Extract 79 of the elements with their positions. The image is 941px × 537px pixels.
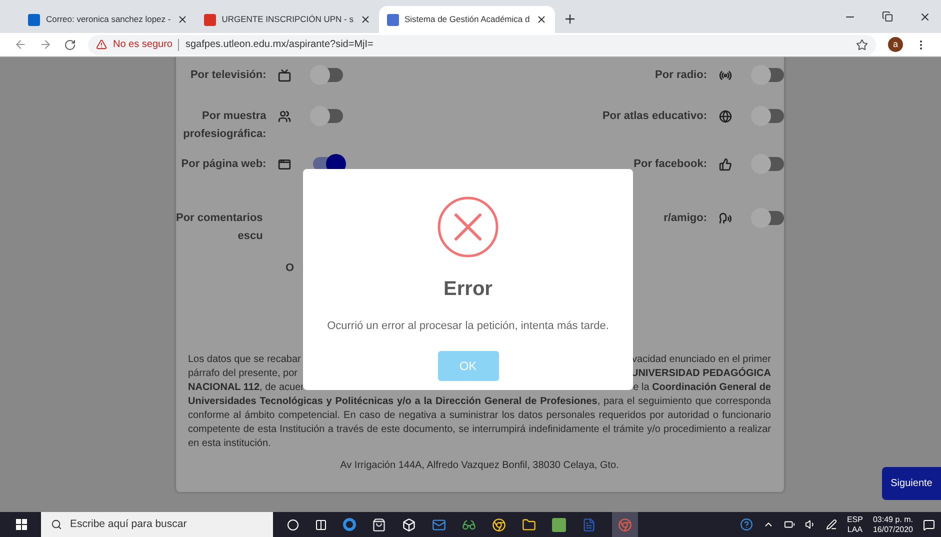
- battery-icon[interactable]: [784, 519, 795, 530]
- bookmark-star-icon[interactable]: [856, 38, 868, 50]
- radio-icon: [719, 68, 732, 82]
- dialog-message: Ocurrió un error al procesar la petición, intenta más tarde.: [327, 319, 609, 334]
- task-view-icon[interactable]: [315, 518, 327, 530]
- option-label: escu: [238, 229, 263, 244]
- back-icon[interactable]: [14, 38, 27, 51]
- error-x-icon: [437, 196, 499, 258]
- dialog-title: Error: [444, 277, 492, 302]
- new-tab-icon[interactable]: [562, 12, 577, 26]
- reload-icon[interactable]: [64, 38, 76, 50]
- option-label: r/amigo:: [664, 211, 707, 226]
- option-label: profesiográfica:: [183, 127, 266, 142]
- search-icon: [51, 519, 62, 530]
- toggle-switch[interactable]: [754, 211, 784, 225]
- toggle-switch[interactable]: [754, 68, 784, 82]
- privacy-text: vacidad enunciado en el primer: [632, 353, 771, 367]
- option-label: O: [285, 261, 294, 276]
- address-field[interactable]: No es seguro sgafpes.utleon.edu.mx/aspirante?sid=MjI=: [88, 34, 876, 54]
- privacy-text: UNIVERSIDAD PEDAGÓGICA: [630, 367, 771, 381]
- tab-title: URGENTE INSCRIPCIÓN UPN - s: [222, 13, 354, 26]
- toggle-switch[interactable]: [754, 157, 784, 171]
- store-bag-icon[interactable]: [372, 518, 386, 532]
- option-label: Por televisión:: [190, 68, 266, 83]
- site-icon: [204, 14, 216, 26]
- box-icon[interactable]: [402, 518, 416, 532]
- warning-icon: [96, 39, 107, 50]
- site-icon: [28, 14, 40, 26]
- next-button[interactable]: Siguiente: [882, 467, 941, 500]
- option-label: Por facebook:: [634, 157, 707, 172]
- url-text: sgafpes.utleon.edu.mx/aspirante?sid=MjI=: [185, 38, 374, 52]
- privacy-text: e la Coordinación General de: [633, 381, 771, 395]
- option-label: Por muestra: [202, 109, 266, 124]
- tab-title: Correo: veronica sanchez lopez -: [46, 13, 171, 26]
- restore-icon[interactable]: [882, 11, 893, 22]
- clock[interactable]: 03:49 p. m. 16/07/2020: [872, 514, 913, 534]
- people-icon: [278, 110, 292, 122]
- app-icon[interactable]: [552, 518, 566, 532]
- toggle-switch[interactable]: [313, 109, 344, 123]
- close-icon[interactable]: [536, 14, 547, 25]
- language-indicator[interactable]: ESP LAA: [846, 514, 863, 534]
- browser-tab[interactable]: Sistema de Gestión Académica d: [378, 6, 555, 33]
- close-icon[interactable]: [360, 14, 370, 25]
- toggle-switch[interactable]: [754, 109, 784, 123]
- browser-icon[interactable]: [492, 518, 506, 532]
- option-label: Por radio:: [655, 68, 707, 83]
- mail-icon[interactable]: [432, 518, 446, 532]
- privacy-text: párrafo del presente, por: [188, 367, 298, 381]
- option-label: Por página web:: [181, 157, 266, 172]
- speaking-person-icon: [719, 212, 732, 224]
- site-icon: [386, 14, 398, 26]
- privacy-text: Universidades Tecnológicas y Politécnicas y/o a la Dirección General de Profesiones, para el seguimiento que corresponda conforme al ámbito competencial. En caso de negativa a suministrar los datos personales requeridos por autoridad o funcionario competente de esta Institución a través de este documento, se interrumpirá indefinidamente el trámite y/o procedimiento a realizar en esta institución.: [188, 395, 771, 451]
- option-label: Por comentarios: [176, 211, 263, 226]
- document-icon[interactable]: [582, 518, 596, 532]
- windows-start-icon[interactable]: [16, 519, 27, 530]
- notification-icon[interactable]: [923, 518, 935, 530]
- forward-icon[interactable]: [39, 38, 52, 51]
- security-label: No es seguro: [113, 38, 172, 52]
- thumbs-up-icon: [719, 158, 732, 170]
- tv-icon: [278, 68, 292, 82]
- help-icon[interactable]: [740, 518, 753, 531]
- privacy-text: NACIONAL 112, de acuer: [188, 381, 304, 395]
- close-icon[interactable]: [176, 14, 188, 25]
- close-icon[interactable]: [919, 11, 931, 23]
- pen-icon[interactable]: [826, 519, 837, 530]
- browser-window-icon: [278, 158, 292, 170]
- folder-icon[interactable]: [522, 518, 536, 532]
- profile-avatar[interactable]: a: [888, 37, 903, 52]
- toggle-switch[interactable]: [313, 68, 344, 82]
- option-label: Por atlas educativo:: [602, 109, 707, 124]
- institution-address: Av Irrigación 144A, Alfredo Vazquez Bonfil, 38030 Celaya, Gto.: [339, 459, 620, 473]
- globe-icon: [719, 110, 732, 122]
- privacy-text: Los datos que se recabar: [188, 353, 301, 367]
- tab-title: Sistema de Gestión Académica d: [404, 13, 530, 26]
- circle-icon[interactable]: [287, 518, 299, 530]
- glasses-icon[interactable]: [462, 518, 476, 532]
- speaker-icon[interactable]: [804, 519, 816, 530]
- browser-e-icon[interactable]: [343, 518, 356, 531]
- search-field[interactable]: Escribe aquí para buscar: [41, 512, 273, 537]
